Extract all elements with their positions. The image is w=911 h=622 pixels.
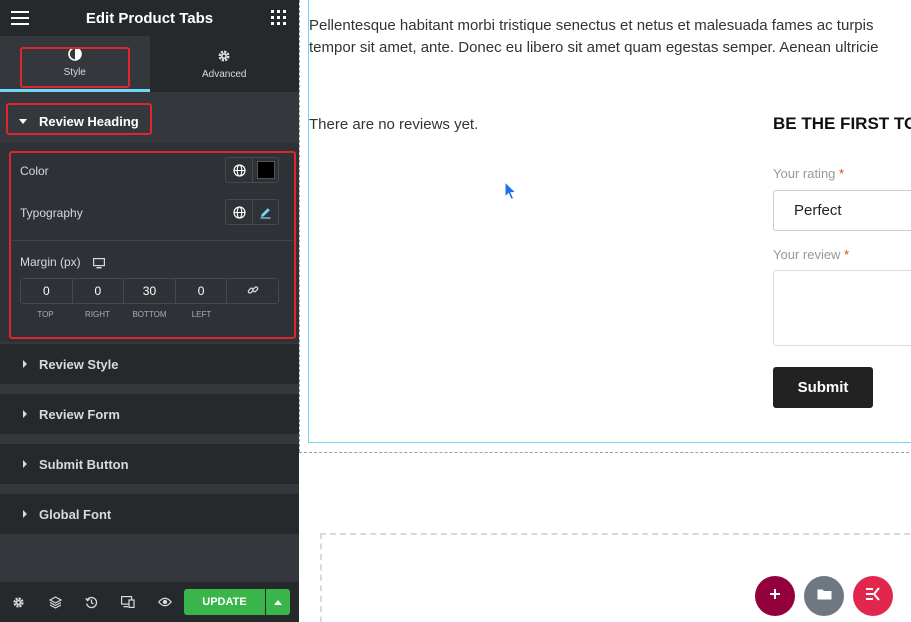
tab-advanced[interactable]: Advanced xyxy=(150,36,300,92)
review-label: Your review * xyxy=(773,247,849,262)
responsive-mode-icon[interactable] xyxy=(120,594,136,610)
section-submit-button[interactable]: Submit Button xyxy=(0,444,299,484)
hamburger-menu-icon[interactable] xyxy=(11,11,29,25)
panel-header: Edit Product Tabs xyxy=(0,0,299,36)
section-label: Global Font xyxy=(39,506,112,522)
navigator-layers-icon[interactable] xyxy=(47,594,63,610)
review-label-text: Your review xyxy=(773,247,841,262)
save-options-button[interactable] xyxy=(266,589,290,615)
mouse-cursor-icon xyxy=(504,180,518,206)
caret-right-icon xyxy=(23,460,27,468)
widgets-grid-icon[interactable] xyxy=(271,10,286,25)
section-label: Submit Button xyxy=(39,456,129,472)
rating-label: Your rating * xyxy=(773,166,844,181)
section-review-form[interactable]: Review Form xyxy=(0,394,299,434)
rating-select[interactable]: Perfect xyxy=(773,190,911,231)
caret-right-icon xyxy=(23,360,27,368)
highlight-review-heading xyxy=(6,103,152,135)
review-heading-title: BE THE FIRST TO xyxy=(773,114,911,133)
folder-icon xyxy=(817,587,832,605)
panel-title: Edit Product Tabs xyxy=(85,9,214,27)
settings-gear-icon[interactable] xyxy=(10,594,26,610)
required-mark: * xyxy=(844,247,850,262)
description-line-2: tempor sit amet, ante. Donec eu libero s… xyxy=(309,39,879,56)
add-template-button[interactable] xyxy=(804,576,844,616)
rating-label-text: Your rating xyxy=(773,166,836,181)
elementor-kit-button[interactable] xyxy=(853,576,893,616)
highlight-controls xyxy=(9,151,296,339)
tab-description: Pellentesque habitant morbi tristique se… xyxy=(309,15,911,59)
history-icon[interactable] xyxy=(83,594,99,610)
plus-icon xyxy=(769,587,781,605)
preview-canvas: Pellentesque habitant morbi tristique se… xyxy=(299,0,911,622)
review-textarea[interactable] xyxy=(773,270,911,346)
add-section-button[interactable] xyxy=(755,576,795,616)
description-line-1: Pellentesque habitant morbi tristique se… xyxy=(309,17,874,34)
section-dashed-boundary xyxy=(299,0,300,452)
caret-right-icon xyxy=(23,510,27,518)
update-button[interactable]: UPDATE xyxy=(184,589,265,615)
section-global-font[interactable]: Global Font xyxy=(0,494,299,534)
tab-advanced-label: Advanced xyxy=(202,68,247,80)
section-dashed-bottom xyxy=(299,452,911,453)
no-reviews-text: There are no reviews yet. xyxy=(309,116,479,133)
editor-panel: Edit Product Tabs Style Advanced Review … xyxy=(0,0,299,622)
gear-icon xyxy=(217,49,231,63)
section-review-style[interactable]: Review Style xyxy=(0,344,299,384)
submit-button[interactable]: Submit xyxy=(773,367,873,408)
section-label: Review Style xyxy=(39,356,119,372)
required-mark: * xyxy=(839,166,845,181)
highlight-style-tab xyxy=(20,47,130,88)
elementor-logo-icon xyxy=(865,586,881,606)
section-label: Review Form xyxy=(39,406,120,422)
preview-eye-icon[interactable] xyxy=(157,594,173,610)
caret-right-icon xyxy=(23,410,27,418)
caret-up-icon xyxy=(274,599,282,605)
